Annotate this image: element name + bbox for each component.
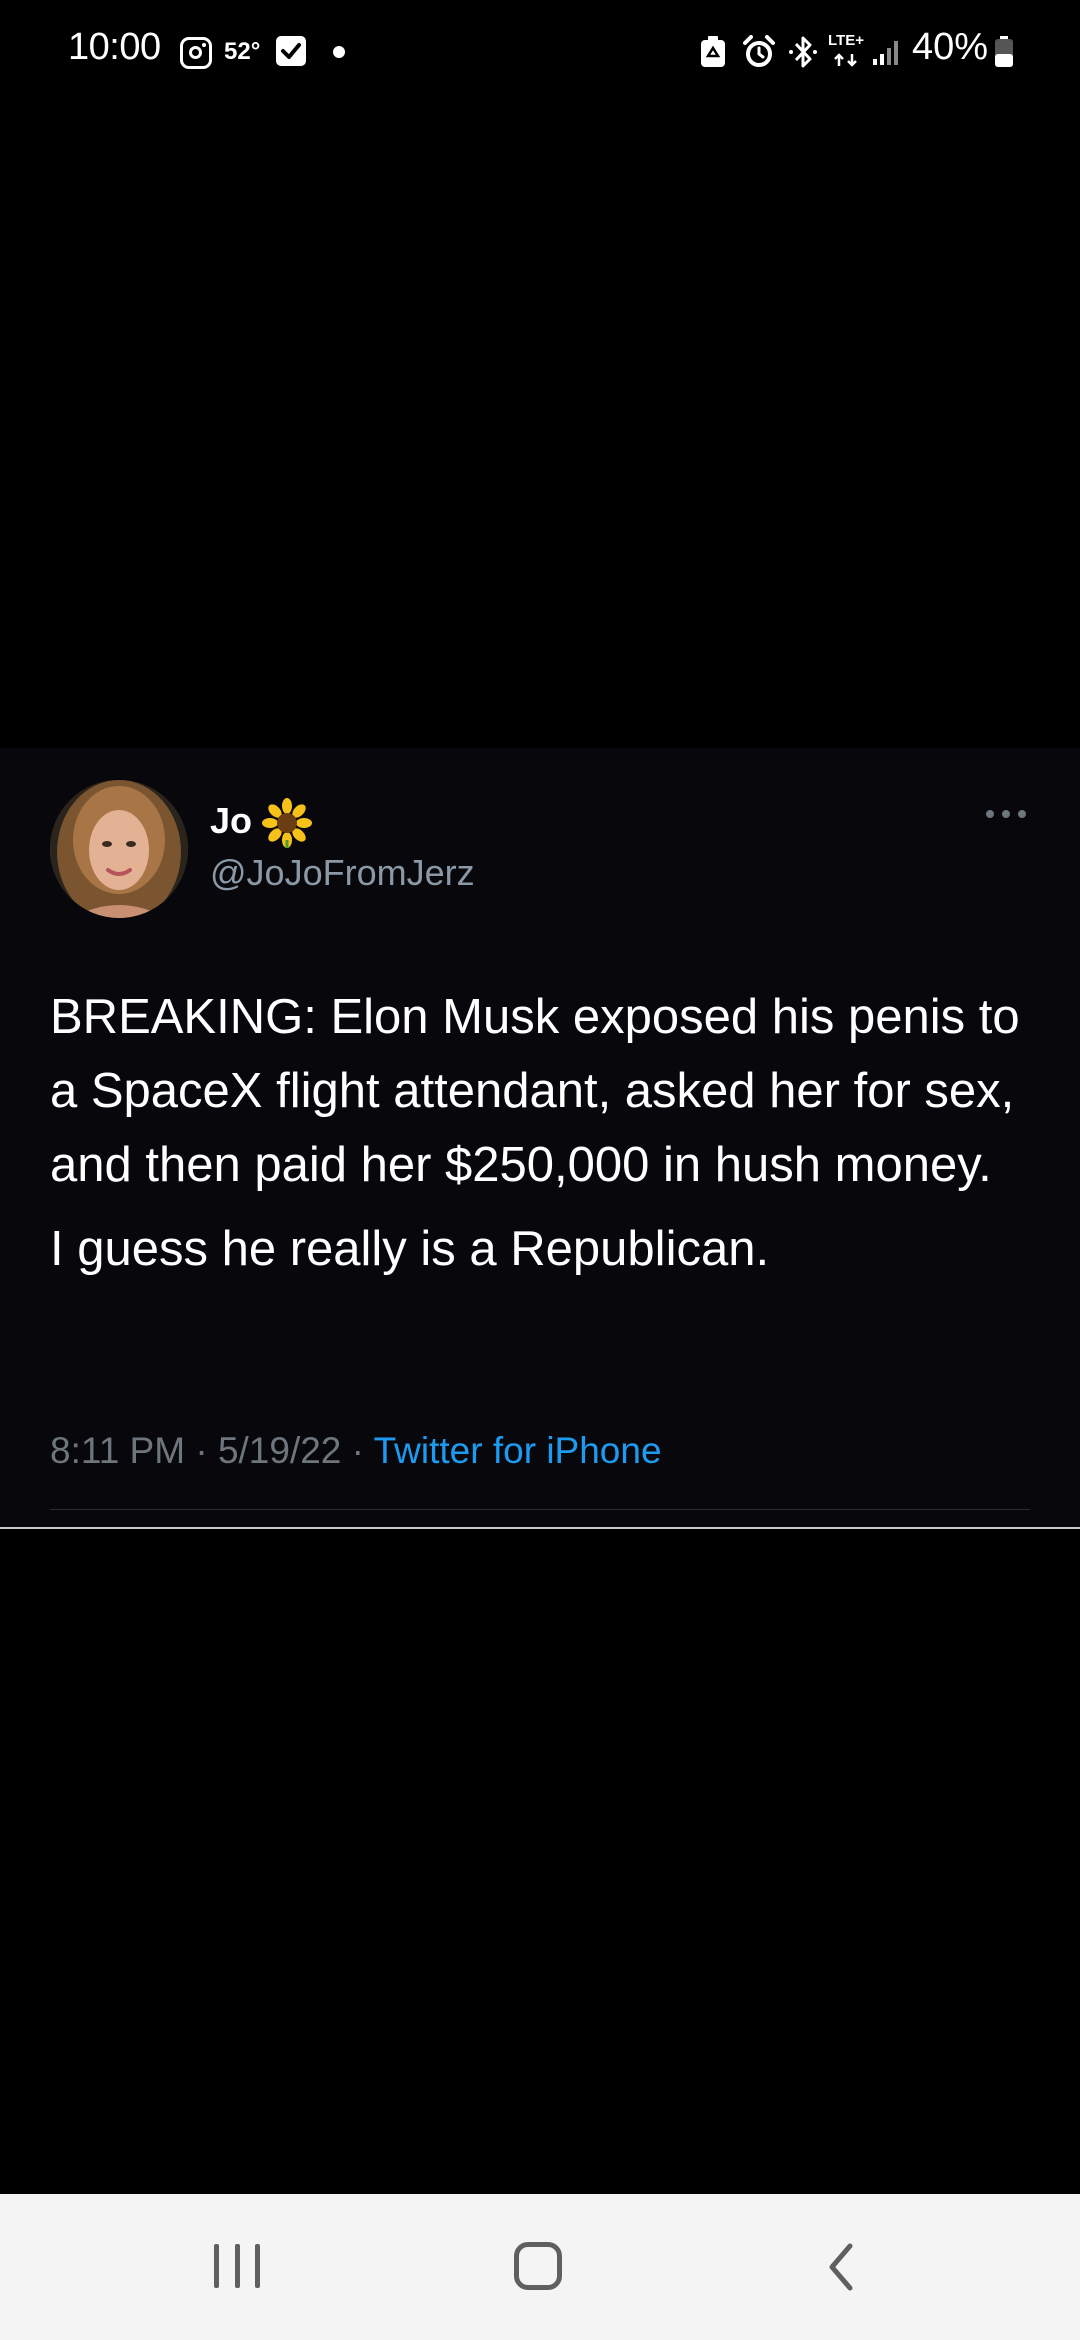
sunflower-icon: [262, 798, 312, 848]
status-icons-right: LTE+: [700, 30, 902, 74]
lte-plus-icon: LTE+: [828, 32, 866, 72]
tweet-paragraph: BREAKING: Elon Musk exposed his penis to…: [50, 990, 1020, 1192]
tweet-source-link[interactable]: Twitter for iPhone: [374, 1430, 662, 1471]
divider: [50, 1509, 1030, 1510]
alarm-icon: [742, 35, 776, 69]
more-options-icon[interactable]: [986, 804, 1026, 824]
display-name[interactable]: Jo: [210, 800, 252, 842]
tweet-card[interactable]: Jo @JoJoFromJerz BREAKING: Elon Musk exp…: [0, 748, 1080, 1527]
avatar[interactable]: [50, 780, 188, 918]
status-time: 10:00: [68, 26, 161, 68]
divider: [0, 1527, 1080, 1529]
tweet-time: 8:11 PM: [50, 1430, 186, 1471]
network-type-label: LTE+: [828, 32, 864, 49]
back-button[interactable]: [826, 2242, 856, 2292]
battery-percent: 40%: [912, 26, 989, 68]
tweet-date: 5/19/22: [217, 1430, 342, 1471]
meta-separator: ·: [195, 1430, 208, 1471]
signal-icon: [872, 37, 902, 67]
checkbox-notification-icon: [276, 36, 306, 66]
tweet-meta: 8:11 PM · 5/19/22 · Twitter for iPhone: [50, 1430, 662, 1472]
recycle-icon: [700, 36, 726, 68]
status-bar: 10:00 52° LTE+ 40%: [0, 0, 1080, 100]
battery-icon: [994, 36, 1014, 68]
home-button[interactable]: [514, 2242, 562, 2290]
notification-dot: [333, 46, 345, 58]
tweet-paragraph: I guess he really is a Republican.: [50, 1222, 770, 1276]
status-temperature: 52°: [224, 38, 261, 65]
instagram-icon: [180, 37, 212, 69]
meta-separator: ·: [351, 1430, 364, 1471]
user-handle[interactable]: @JoJoFromJerz: [210, 852, 475, 894]
navigation-bar: [0, 2194, 1080, 2340]
bluetooth-icon: [788, 35, 818, 69]
tweet-text: BREAKING: Elon Musk exposed his penis to…: [50, 980, 1040, 1286]
recents-button[interactable]: [214, 2244, 260, 2288]
